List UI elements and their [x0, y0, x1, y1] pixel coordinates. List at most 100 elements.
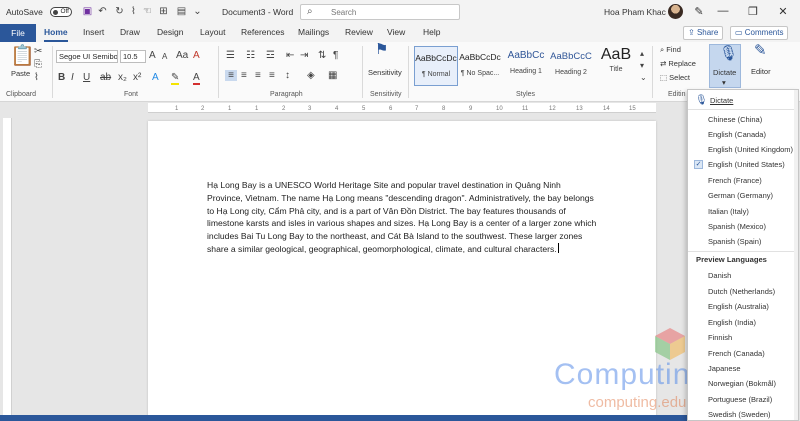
save-icon[interactable]: ▣: [82, 6, 93, 17]
touch-mode-icon[interactable]: ☜: [142, 6, 153, 17]
lang-french-france[interactable]: French (France): [708, 176, 762, 185]
align-left-icon[interactable]: ≡: [225, 70, 237, 81]
menu-scrollbar[interactable]: [794, 90, 798, 420]
paste-label[interactable]: Paste: [11, 69, 30, 78]
styles-more-icon[interactable]: ⌄: [640, 72, 647, 83]
dictate-button[interactable]: 🎙 Dictate ▾: [709, 44, 741, 88]
lang-english-canada[interactable]: English (Canada): [708, 130, 766, 139]
replace-button[interactable]: ⇄ Replace: [660, 59, 696, 68]
shrink-font-icon[interactable]: A: [162, 51, 167, 62]
lang-german-germany[interactable]: German (Germany): [708, 191, 773, 200]
highlight-icon[interactable]: ✎: [171, 72, 180, 85]
grow-font-icon[interactable]: A: [149, 50, 156, 61]
undo-icon[interactable]: ↶: [97, 6, 108, 17]
bold-icon[interactable]: B: [58, 72, 65, 83]
tab-draw[interactable]: Draw: [120, 24, 140, 42]
preview-swedish[interactable]: Swedish (Sweden): [708, 410, 771, 419]
text-effects-icon[interactable]: A: [152, 72, 159, 83]
tab-home[interactable]: Home: [44, 24, 68, 42]
editor-icon[interactable]: ✎: [754, 43, 767, 58]
line-spacing-icon[interactable]: ↕: [285, 70, 290, 81]
close-icon[interactable]: ✕: [776, 5, 790, 18]
sort-icon[interactable]: ⇅: [318, 50, 326, 61]
document-body[interactable]: Hạ Long Bay is a UNESCO World Heritage S…: [207, 179, 599, 256]
user-name[interactable]: Hoa Pham Khac: [604, 7, 666, 17]
preview-dutch[interactable]: Dutch (Netherlands): [708, 287, 775, 296]
preview-japanese[interactable]: Japanese: [708, 364, 741, 373]
borders-icon[interactable]: ▦: [328, 70, 337, 81]
preview-portuguese-brazil[interactable]: Portuguese (Brazil): [708, 395, 772, 404]
tab-view[interactable]: View: [387, 24, 405, 42]
lang-spanish-spain[interactable]: Spanish (Spain): [708, 237, 761, 246]
paragraph-mark-icon[interactable]: ¶: [333, 50, 338, 61]
numbering-icon[interactable]: ☷: [246, 50, 255, 61]
tab-mailings[interactable]: Mailings: [298, 24, 329, 42]
preview-danish[interactable]: Danish: [708, 271, 731, 280]
sensitivity-button[interactable]: Sensitivity: [368, 68, 402, 77]
font-size-combo[interactable]: 10.5: [120, 50, 146, 63]
clear-format-icon[interactable]: A: [193, 50, 200, 61]
justify-icon[interactable]: ≡: [269, 70, 275, 81]
table-icon[interactable]: ⊞: [158, 6, 169, 17]
lang-english-uk[interactable]: English (United Kingdom): [708, 145, 793, 154]
style-heading-1[interactable]: AaBbCc Heading 1: [504, 46, 548, 86]
format-painter-icon[interactable]: ⌇: [128, 6, 139, 17]
layout-icon[interactable]: ▤: [176, 6, 187, 17]
style-no-spacing[interactable]: AaBbCcDc ¶ No Spac...: [458, 46, 502, 86]
align-right-icon[interactable]: ≡: [255, 70, 261, 81]
restore-icon[interactable]: ❐: [746, 5, 760, 18]
lang-italian-italy[interactable]: Italian (Italy): [708, 207, 749, 216]
sensitivity-icon[interactable]: ⚑: [375, 42, 388, 57]
tab-layout[interactable]: Layout: [200, 24, 226, 42]
cut-icon[interactable]: ✂: [34, 46, 42, 57]
tab-review[interactable]: Review: [345, 24, 373, 42]
tab-help[interactable]: Help: [423, 24, 440, 42]
tab-insert[interactable]: Insert: [83, 24, 104, 42]
style-heading-2[interactable]: AaBbCcC Heading 2: [549, 46, 593, 86]
clipboard-icon[interactable]: 📋: [10, 45, 35, 67]
copy-icon[interactable]: ⎘: [34, 59, 42, 70]
decrease-indent-icon[interactable]: ⇤: [286, 50, 294, 61]
change-case-icon[interactable]: Aa: [176, 50, 188, 61]
minimize-icon[interactable]: —: [716, 5, 730, 17]
pen-icon[interactable]: ✎: [692, 5, 706, 18]
preview-english-australia[interactable]: English (Australia): [708, 302, 769, 311]
search-box[interactable]: ⌕ Search: [300, 4, 460, 20]
align-center-icon[interactable]: ≡: [241, 70, 247, 81]
strikethrough-icon[interactable]: ab: [100, 72, 111, 83]
subscript-icon[interactable]: x₂: [118, 72, 127, 83]
customize-toolbar-icon[interactable]: ⌄: [192, 6, 203, 17]
tab-file[interactable]: File: [0, 24, 36, 42]
preview-french-canada[interactable]: French (Canada): [708, 349, 765, 358]
font-name-combo[interactable]: Segoe UI Semibo: [56, 50, 118, 63]
bullets-icon[interactable]: ☰: [226, 50, 235, 61]
autosave-toggle[interactable]: Off: [50, 7, 72, 17]
redo-icon[interactable]: ↻: [114, 6, 125, 17]
tab-references[interactable]: References: [241, 24, 284, 42]
styles-scroll-up-icon[interactable]: ▴: [640, 48, 644, 59]
lang-chinese-china[interactable]: Chinese (China): [708, 115, 762, 124]
format-painter-icon[interactable]: ⌇: [34, 72, 39, 83]
multilevel-list-icon[interactable]: ☲: [266, 50, 275, 61]
preview-norwegian[interactable]: Norwegian (Bokmål): [708, 379, 776, 388]
preview-finnish[interactable]: Finnish: [708, 333, 732, 342]
shading-icon[interactable]: ◈: [307, 70, 315, 81]
style-normal[interactable]: AaBbCcDc ¶ Normal: [414, 46, 458, 86]
find-button[interactable]: ⌕ Find: [660, 45, 681, 55]
avatar[interactable]: [668, 4, 683, 19]
lang-english-us[interactable]: English (United States): [708, 160, 785, 169]
editor-button[interactable]: Editor: [751, 67, 771, 76]
underline-icon[interactable]: U: [83, 72, 90, 83]
tab-design[interactable]: Design: [157, 24, 183, 42]
increase-indent-icon[interactable]: ⇥: [300, 50, 308, 61]
preview-english-india[interactable]: English (India): [708, 318, 756, 327]
menu-dictate[interactable]: Dictate: [710, 96, 733, 105]
styles-scroll-down-icon[interactable]: ▾: [640, 60, 644, 71]
style-title[interactable]: AaB Title: [594, 46, 638, 86]
superscript-icon[interactable]: x²: [133, 72, 141, 83]
comments-button[interactable]: ▭ Comments: [730, 26, 789, 40]
italic-icon[interactable]: I: [71, 72, 74, 83]
lang-spanish-mexico[interactable]: Spanish (Mexico): [708, 222, 766, 231]
document-page[interactable]: Hạ Long Bay is a UNESCO World Heritage S…: [148, 121, 656, 421]
paragraph-text[interactable]: Hạ Long Bay is a UNESCO World Heritage S…: [207, 180, 596, 254]
